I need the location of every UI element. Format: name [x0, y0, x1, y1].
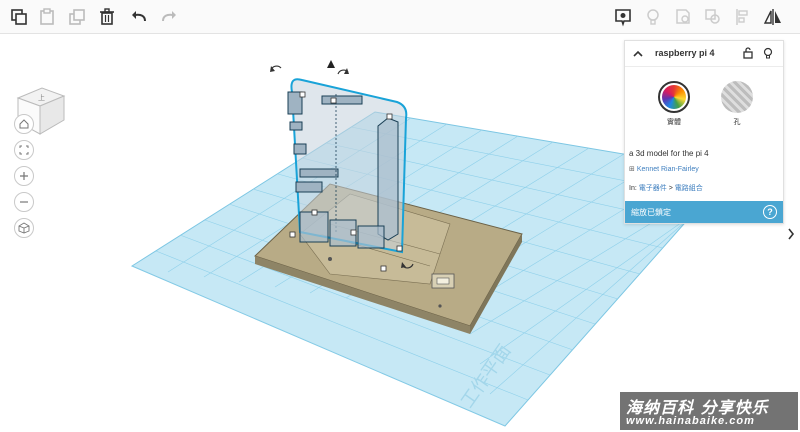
site-watermark: 海纳百科 分享快乐 www.hainabaike.com — [620, 392, 798, 430]
notes-icon[interactable] — [610, 4, 636, 30]
shape-name[interactable]: raspberry pi 4 — [655, 48, 715, 58]
category-separator: > — [668, 185, 673, 192]
align-icon[interactable] — [730, 4, 756, 30]
view-cube-label: 上 — [38, 93, 45, 102]
chevron-right-icon — [788, 228, 795, 240]
category-link[interactable]: 電子器件 — [639, 185, 667, 192]
undo-icon[interactable] — [126, 4, 152, 30]
author-name[interactable]: Kennet Rian-Fairley — [637, 166, 699, 173]
solid-label: 實體 — [667, 119, 681, 126]
minus-icon — [20, 201, 28, 203]
mirror-icon[interactable] — [760, 4, 786, 30]
scale-locked-text: 縮放已鎖定 — [631, 208, 671, 217]
ungroup-icon[interactable] — [700, 4, 726, 30]
fit-icon — [19, 145, 29, 155]
category-prefix: In: — [629, 185, 637, 192]
rotate-handle-top[interactable] — [337, 68, 349, 75]
solid-color-swatch[interactable] — [658, 81, 690, 113]
trash-icon[interactable] — [94, 4, 120, 30]
scale-locked-bar: 縮放已鎖定 ? — [625, 201, 783, 223]
hole-label: 孔 — [733, 119, 741, 126]
plus-icon — [20, 172, 28, 180]
shape-inspector-panel: raspberry pi 4 實體 孔 a 3d model for the p… — [624, 40, 784, 224]
copy-icon[interactable] — [6, 4, 32, 30]
lock-icon[interactable] — [741, 46, 755, 60]
home-view-button[interactable] — [14, 114, 34, 134]
cube-icon — [18, 222, 30, 234]
home-icon — [19, 119, 29, 129]
redo-icon[interactable] — [156, 4, 182, 30]
grid-icon: ⊞ — [629, 166, 635, 173]
light-bulb-icon[interactable] — [640, 4, 666, 30]
watermark-url: www.hainabaike.com — [626, 415, 755, 427]
paste-icon[interactable] — [34, 4, 60, 30]
lift-handle[interactable] — [327, 60, 335, 68]
duplicate-icon[interactable] — [64, 4, 90, 30]
author-link[interactable]: ⊞ Kennet Rian-Fairley — [629, 165, 699, 173]
fit-view-button[interactable] — [14, 140, 34, 160]
shape-description: a 3d model for the pi 4 — [629, 149, 709, 158]
zoom-in-button[interactable] — [14, 166, 34, 186]
group-icon[interactable] — [670, 4, 696, 30]
projection-button[interactable] — [14, 218, 34, 238]
zoom-out-button[interactable] — [14, 192, 34, 212]
hole-swatch[interactable] — [721, 81, 753, 113]
panel-expand-handle[interactable] — [784, 220, 798, 248]
subcategory-link[interactable]: 電路組合 — [675, 185, 703, 192]
light-bulb-icon[interactable] — [761, 46, 775, 60]
raspberry-pi-model[interactable] — [287, 78, 408, 272]
top-toolbar — [0, 0, 800, 34]
panel-header: raspberry pi 4 — [625, 41, 783, 67]
category-breadcrumb: In: 電子器件 > 電路組合 — [629, 183, 703, 193]
help-icon[interactable]: ? — [763, 205, 777, 219]
chevron-up-icon[interactable] — [631, 47, 645, 61]
rotate-handle-top-left[interactable] — [270, 65, 282, 72]
